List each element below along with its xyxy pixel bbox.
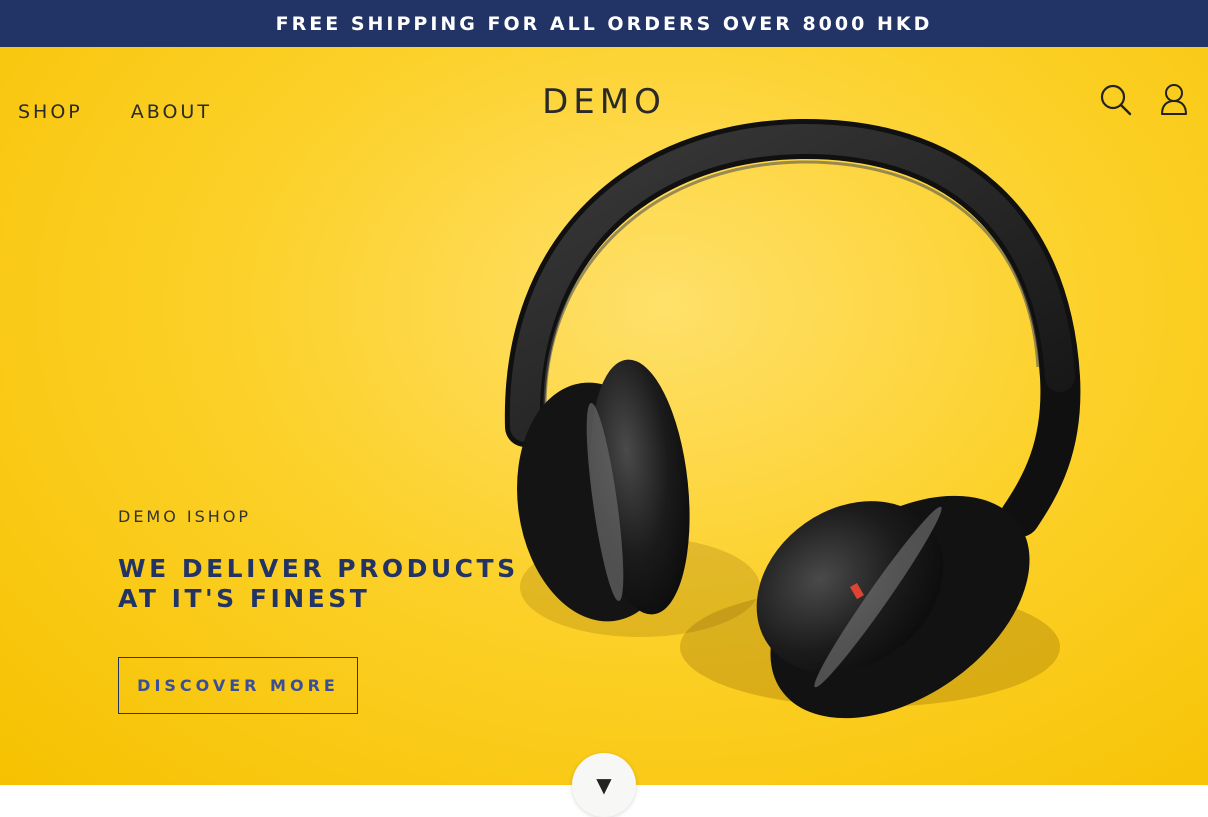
user-icon[interactable] xyxy=(1157,83,1191,117)
nav-about-link[interactable]: ABOUT xyxy=(131,101,212,123)
hero-eyebrow: DEMO ISHOP xyxy=(118,507,252,526)
hero-text-block: DEMO ISHOP WE DELIVER PRODUCTS AT IT'S F… xyxy=(118,507,519,614)
scroll-down-button[interactable]: ▼ xyxy=(572,753,636,817)
announcement-bar: FREE SHIPPING FOR ALL ORDERS OVER 8000 H… xyxy=(0,0,1208,47)
hero-headline-line2: AT IT'S FINEST xyxy=(118,584,371,613)
discover-more-button[interactable]: DISCOVER MORE xyxy=(118,657,358,714)
hero-headline-line1: WE DELIVER PRODUCTS xyxy=(118,554,519,583)
hero-section: SHOP ABOUT DEMO DEMO ISHOP WE DELIVER PR… xyxy=(0,47,1208,785)
hero-headline: WE DELIVER PRODUCTS AT IT'S FINEST xyxy=(118,554,519,614)
main-nav: SHOP ABOUT xyxy=(18,101,212,123)
brand-logo[interactable]: DEMO xyxy=(542,82,666,122)
search-icon[interactable] xyxy=(1099,83,1133,117)
chevron-down-icon: ▼ xyxy=(596,773,612,797)
nav-shop-link[interactable]: SHOP xyxy=(18,101,83,123)
announcement-text: FREE SHIPPING FOR ALL ORDERS OVER 8000 H… xyxy=(275,12,933,35)
